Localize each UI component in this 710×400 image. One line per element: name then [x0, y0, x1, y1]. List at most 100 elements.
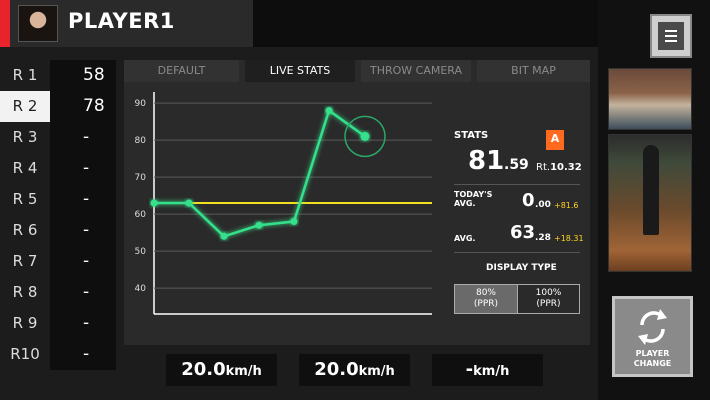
round-row[interactable]: R 7- [0, 246, 116, 277]
y-tick-label: 70 [135, 173, 147, 183]
view-tabs: DEFAULT LIVE STATS THROW CAMERA BIT MAP [124, 60, 590, 82]
stats-panel: STATS A 81 .59 Rt.10.32 TODAY'S AVG. 0 .… [454, 122, 584, 347]
speed-value: 20.0 [314, 359, 359, 380]
main-panel: DEFAULT LIVE STATS THROW CAMERA BIT MAP 40 5… [124, 60, 590, 345]
stats-divider [454, 184, 580, 185]
y-tick-label: 60 [135, 210, 147, 220]
stats-value-decimal: .59 [504, 157, 529, 173]
speed-unit: km/h [225, 364, 262, 379]
chart-svg: 40 50 60 70 80 90 [135, 92, 432, 315]
rating-label: Rt. [536, 162, 551, 173]
round-row[interactable]: R 9- [0, 308, 116, 339]
live-stats-chart: 40 50 60 70 80 90 [132, 92, 432, 342]
data-point [325, 107, 333, 114]
round-label: R 5 [0, 184, 50, 215]
data-point [220, 232, 228, 240]
round-score: - [50, 339, 116, 370]
tab-throw-camera[interactable]: THROW CAMERA [361, 60, 471, 82]
speed-readout: 20.0km/h [299, 354, 410, 386]
speed-readout: -km/h [432, 354, 543, 386]
data-point [290, 218, 298, 225]
player-figure [643, 145, 659, 235]
todays-avg-label-2: AVG. [454, 199, 476, 208]
player-change-button[interactable]: PLAYER CHANGE [612, 296, 693, 377]
todays-avg-label-1: TODAY'S [454, 190, 493, 199]
round-row[interactable]: R 1 58 [0, 60, 116, 91]
data-point [150, 199, 158, 207]
display-type-option[interactable]: 100% (PPR) [517, 285, 579, 313]
data-point [360, 131, 370, 141]
round-label: R 4 [0, 153, 50, 184]
tab-live-stats[interactable]: LIVE STATS [245, 60, 355, 82]
round-label: R 9 [0, 308, 50, 339]
stats-value: 81 [468, 146, 505, 176]
round-row[interactable]: R 5- [0, 184, 116, 215]
speed-readout: 20.0km/h [166, 354, 277, 386]
right-sidebar: PLAYER CHANGE [598, 0, 710, 400]
rating: Rt.10.32 [536, 162, 582, 173]
round-score: - [50, 153, 116, 184]
round-score: - [50, 246, 116, 277]
player-avatar [18, 5, 58, 42]
rank-badge: A [546, 130, 564, 150]
todays-avg-value: 0 [522, 190, 535, 211]
todays-avg-label: TODAY'S AVG. [454, 190, 492, 208]
round-label: R 2 [0, 91, 50, 122]
round-row[interactable]: R 8- [0, 277, 116, 308]
round-label: R 1 [0, 60, 50, 91]
round-score: - [50, 277, 116, 308]
data-point [255, 221, 263, 229]
display-option-line1: 80% [475, 288, 496, 298]
avg-value: 63 [510, 222, 536, 243]
display-option-line1: 100% [535, 288, 562, 298]
round-score: 58 [50, 60, 116, 91]
avg-decimal: .28 [535, 233, 551, 243]
y-tick-label: 40 [135, 284, 147, 294]
round-row[interactable]: R 2 78 [0, 91, 116, 122]
player-camera-view[interactable] [608, 134, 692, 272]
todays-avg-decimal: .00 [535, 200, 551, 210]
hamburger-icon [658, 22, 684, 50]
todays-avg-diff: +81.6 [554, 201, 579, 210]
avg-diff: +18.31 [554, 234, 584, 243]
round-row[interactable]: R10- [0, 339, 116, 370]
display-type-option[interactable]: 80% (PPR) [455, 285, 517, 313]
round-row[interactable]: R 4- [0, 153, 116, 184]
round-score: - [50, 184, 116, 215]
round-score: - [50, 122, 116, 153]
y-tick-label: 80 [135, 136, 147, 146]
data-point [185, 199, 193, 207]
round-label: R 8 [0, 277, 50, 308]
y-tick-label: 50 [135, 247, 147, 257]
rating-value: 10.32 [550, 162, 582, 173]
display-option-line2: (PPR) [473, 299, 499, 309]
dartboard-camera-view[interactable] [608, 68, 692, 130]
tab-default[interactable]: DEFAULT [124, 60, 239, 82]
avg-label: AVG. [454, 234, 476, 243]
stats-divider-2 [454, 252, 580, 253]
menu-button[interactable] [650, 14, 692, 58]
round-row[interactable]: R 3- [0, 122, 116, 153]
round-label: R 3 [0, 122, 50, 153]
player-change-label-2: CHANGE [633, 359, 672, 368]
stats-title: STATS [454, 130, 489, 141]
tab-bit-map[interactable]: BIT MAP [477, 60, 590, 82]
round-label: R 7 [0, 246, 50, 277]
round-list: R 1 58 R 2 78 R 3-R 4-R 5-R 6-R 7-R 8-R 9- R1… [0, 60, 116, 370]
display-type-toggle: 80% (PPR) 100% (PPR) [454, 284, 580, 314]
round-score: 78 [50, 91, 116, 122]
player-accent-bar [0, 0, 10, 47]
player-change-label: PLAYER CHANGE [615, 349, 690, 369]
round-label: R 6 [0, 215, 50, 246]
round-label: R10 [0, 339, 50, 370]
speed-unit: km/h [358, 364, 395, 379]
round-row[interactable]: R 6- [0, 215, 116, 246]
y-tick-label: 90 [135, 99, 147, 109]
display-option-line2: (PPR) [536, 299, 561, 309]
header: PLAYER1 [0, 0, 598, 47]
series-line [154, 109, 366, 238]
display-type-label: DISPLAY TYPE [486, 263, 557, 273]
speed-unit: km/h [473, 364, 510, 379]
speed-value: 20.0 [181, 359, 226, 380]
player-name: PLAYER1 [68, 9, 175, 33]
